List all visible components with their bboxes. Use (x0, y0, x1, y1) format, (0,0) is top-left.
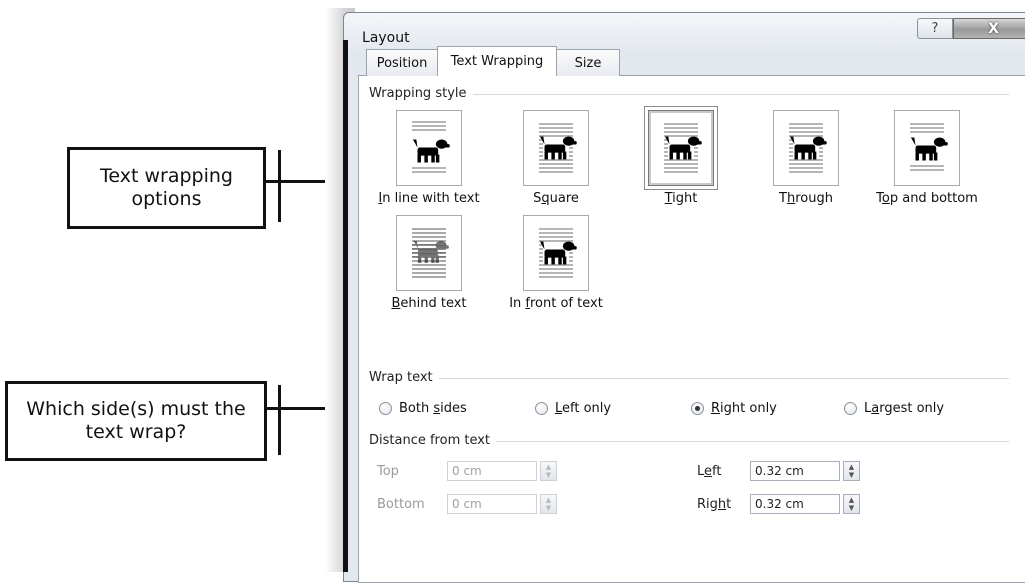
behind-dog-icon[interactable] (396, 215, 462, 291)
left-input[interactable]: 0.32 cm (750, 461, 840, 481)
wrap-option-label: Tight (664, 191, 698, 206)
radio-indicator[interactable] (535, 402, 548, 415)
wrap-side-radio[interactable]: Both sides (379, 401, 467, 416)
callout-wrap-sides: Which side(s) must the text wrap? (5, 381, 267, 461)
wrap-option-label: Top and bottom (876, 191, 978, 206)
close-icon: X (988, 20, 999, 37)
top-input[interactable]: 0 cm (447, 461, 537, 481)
spin-up-icon: ▲ (545, 463, 552, 471)
spin-up-icon: ▲ (545, 496, 552, 504)
wrap-option[interactable]: In front of text (486, 211, 626, 326)
wrap-side-radio[interactable]: Right only (691, 401, 777, 416)
square-dog-icon[interactable] (523, 110, 589, 186)
through-dog-icon[interactable] (773, 110, 839, 186)
radio-indicator[interactable] (379, 402, 392, 415)
section-divider (369, 378, 1009, 379)
right-input[interactable]: 0.32 cm (750, 494, 840, 514)
spin-down-icon: ▼ (545, 471, 552, 479)
callout-bracket-line (278, 150, 281, 222)
tab-size[interactable]: Size (556, 49, 620, 76)
window-left-border (343, 40, 348, 572)
tab-text-wrapping[interactable]: Text Wrapping (437, 46, 557, 76)
tab-label: Size (574, 55, 602, 71)
layout-dialog: Layout ? X Position Text Wrapping Size W… (343, 12, 1025, 583)
radio-indicator[interactable] (691, 402, 704, 415)
wrap-option[interactable]: Through (736, 106, 876, 221)
wrap-option-label: Behind text (391, 296, 467, 311)
radio-label: Largest only (864, 401, 945, 416)
tab-label: Text Wrapping (450, 54, 544, 69)
bottom-input[interactable]: 0 cm (447, 494, 537, 514)
wrap-option-label: Through (779, 191, 833, 206)
tight-dog-icon[interactable] (644, 106, 718, 190)
callout-text: Text wrapping options (100, 165, 233, 210)
wrap-option[interactable]: Square (486, 106, 626, 221)
callout-bracket-line (278, 385, 281, 455)
tab-position[interactable]: Position (366, 49, 438, 76)
wrap-option-label: Square (533, 191, 579, 206)
left-label: Left (697, 464, 722, 479)
callout-text-wrapping-options: Text wrapping options (67, 147, 266, 229)
dialog-title: Layout (362, 30, 410, 46)
wrap-option-label: In line with text (378, 191, 480, 206)
top-bottom-dog-icon[interactable] (894, 110, 960, 186)
right-label: Right (697, 497, 732, 512)
front-dog-icon[interactable] (523, 215, 589, 291)
tab-content-panel: Position Text Wrapping Size Wrapping sty… (358, 46, 1025, 583)
top-label: Top (377, 464, 399, 479)
radio-label: Left only (555, 401, 612, 416)
distance-heading: Distance from text (369, 433, 497, 448)
spin-down-icon: ▼ (545, 504, 552, 512)
wrap-text-heading: Wrap text (369, 370, 439, 385)
radio-label: Both sides (399, 401, 467, 416)
right-spinner[interactable]: ▲ ▼ (843, 494, 860, 514)
left-spinner[interactable]: ▲ ▼ (843, 461, 860, 481)
tab-label: Position (376, 55, 428, 71)
inline-dog-icon[interactable] (396, 110, 462, 186)
wrap-option[interactable]: Behind text (359, 211, 499, 326)
wrap-option-label: In front of text (509, 296, 603, 311)
close-button[interactable]: X (953, 18, 1025, 39)
radio-label: Right only (711, 401, 777, 416)
callout-text: Which side(s) must the text wrap? (26, 398, 246, 443)
spin-up-icon: ▲ (848, 496, 855, 504)
wrap-option[interactable]: In line with text (359, 106, 499, 221)
wrapping-style-heading: Wrapping style (369, 86, 473, 101)
help-button[interactable]: ? (917, 18, 953, 39)
wrap-option[interactable]: Tight (611, 106, 751, 221)
wrap-option[interactable]: Top and bottom (857, 106, 997, 221)
spin-down-icon: ▼ (848, 471, 855, 479)
bottom-spinner[interactable]: ▲ ▼ (540, 494, 557, 514)
radio-indicator[interactable] (844, 402, 857, 415)
bottom-label: Bottom (377, 497, 425, 512)
wrap-side-radio[interactable]: Left only (535, 401, 611, 416)
spin-down-icon: ▼ (848, 504, 855, 512)
wrap-side-radio[interactable]: Largest only (844, 401, 944, 416)
top-spinner[interactable]: ▲ ▼ (540, 461, 557, 481)
spin-up-icon: ▲ (848, 463, 855, 471)
help-icon: ? (931, 21, 939, 36)
